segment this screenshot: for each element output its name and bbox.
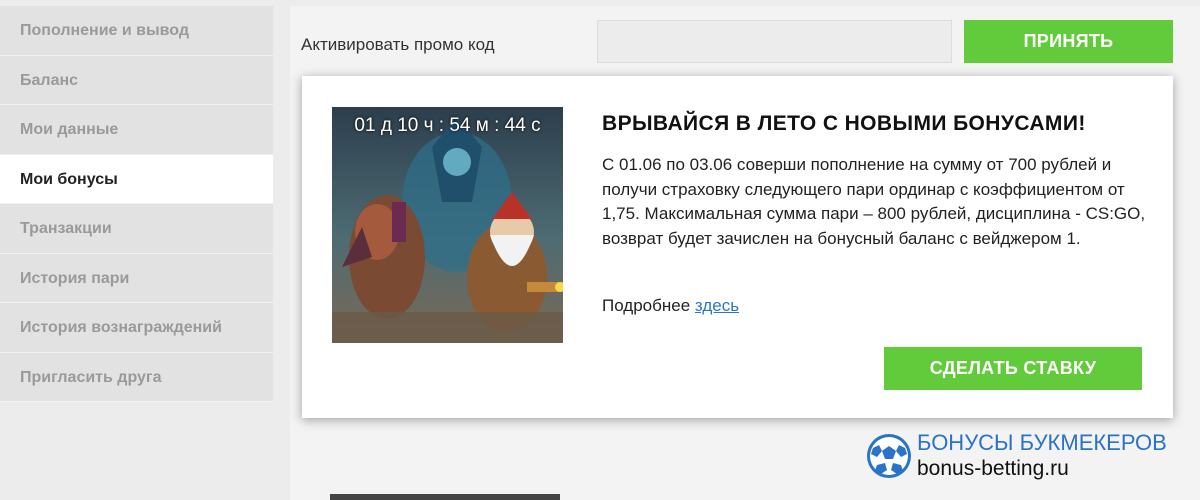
soccer-ball-icon	[867, 434, 911, 478]
sidebar-item-my-bonuses[interactable]: Мои бонусы	[0, 154, 273, 204]
bonus-description: С 01.06 по 03.06 соверши пополнение на с…	[602, 155, 1146, 248]
accept-promo-button[interactable]: ПРИНЯТЬ	[964, 20, 1173, 63]
sidebar-item-bet-history[interactable]: История пари	[0, 253, 273, 303]
more-info-text: Подробнее	[602, 296, 691, 315]
heroes-artwork	[332, 107, 563, 343]
sidebar-item-my-data[interactable]: Мои данные	[0, 105, 273, 155]
promo-code-label: Активировать промо код	[301, 35, 495, 54]
more-info-link[interactable]: здесь	[695, 296, 739, 315]
more-info-line: Подробнее здесь	[602, 296, 739, 316]
sidebar-item-rewards-history[interactable]: История вознаграждений	[0, 303, 273, 353]
promo-code-input[interactable]	[597, 20, 952, 63]
sidebar-menu: Пополнение и вывод Баланс Мои данные Мои…	[0, 6, 273, 402]
sidebar-item-balance[interactable]: Баланс	[0, 55, 273, 105]
sidebar-item-transactions[interactable]: Транзакции	[0, 204, 273, 254]
sidebar-item-invite-friend[interactable]: Пригласить друга	[0, 352, 273, 402]
watermark-title: БОНУСЫ БУКМЕКЕРОВ	[917, 430, 1167, 455]
promo-banner-image: 01 д 10 ч : 54 м : 44 с	[332, 107, 563, 343]
next-card-edge	[330, 494, 560, 500]
watermark: БОНУСЫ БУКМЕКЕРОВ bonus-betting.ru	[865, 428, 1185, 484]
bonus-title: ВРЫВАЙСЯ В ЛЕТО С НОВЫМИ БОНУСАМИ!	[602, 112, 1086, 135]
place-bet-button[interactable]: СДЕЛАТЬ СТАВКУ	[884, 347, 1142, 390]
watermark-url: bonus-betting.ru	[917, 457, 1069, 480]
countdown-timer: 01 д 10 ч : 54 м : 44 с	[354, 115, 541, 136]
sidebar-item-deposit-withdraw[interactable]: Пополнение и вывод	[0, 6, 273, 56]
